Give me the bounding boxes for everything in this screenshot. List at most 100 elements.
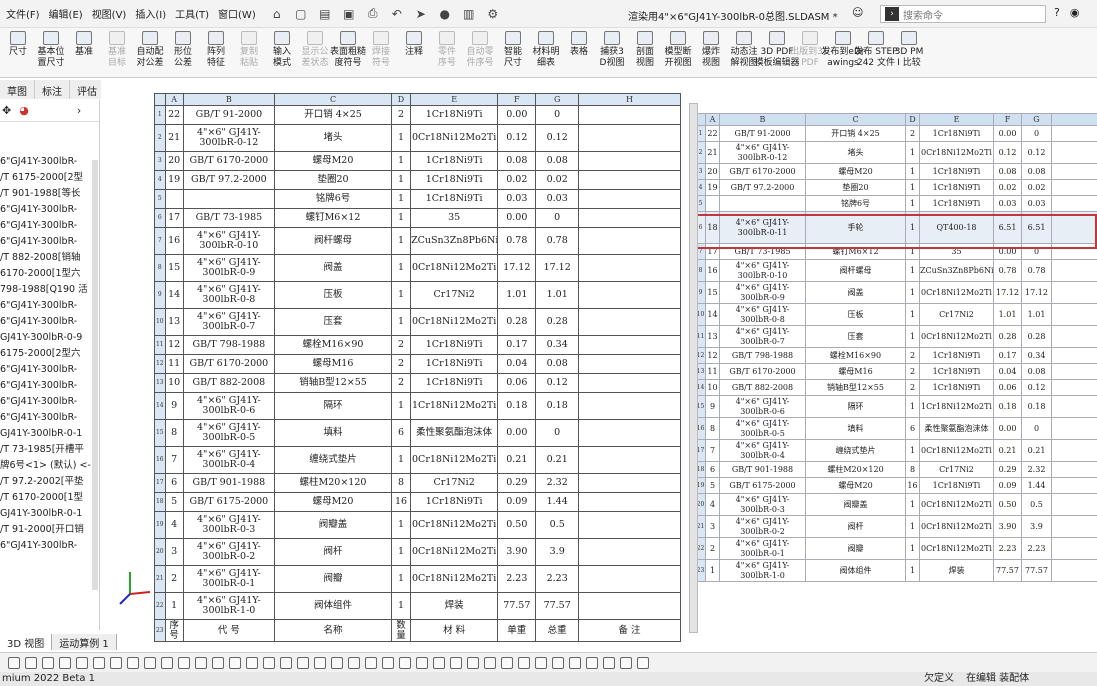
column-header[interactable]: E	[919, 113, 994, 126]
ribbon-button[interactable]: 爆炸 视图	[695, 28, 727, 77]
view-tool-icon[interactable]	[263, 656, 275, 669]
view-tool-icon[interactable]	[178, 656, 190, 669]
tree-item[interactable]: 6"GJ41Y-300lbR-	[0, 154, 99, 170]
table-row[interactable]: 14 10 GB/T 882-2008 销轴B型12×55 2 1Cr18Ni9Ti 0.0…	[695, 379, 1097, 396]
column-header[interactable]: D	[390, 93, 412, 106]
chevron-right-icon[interactable]: ›	[77, 104, 81, 117]
column-header[interactable]: G	[535, 93, 579, 106]
table-row[interactable]: 19 5 GB/T 6175-2000 螺母M20 16 1Cr18Ni9Ti 0.09 1.…	[695, 477, 1097, 494]
table-row[interactable]: 14 9 4"×6" GJ41Y-300lbR-0-6 隔环 1 1Cr18Ni12Mo2…	[154, 392, 682, 420]
view-tool-icon[interactable]	[416, 656, 428, 669]
column-header[interactable]: G	[1021, 113, 1052, 126]
ribbon-button[interactable]: 基准 目标	[101, 28, 133, 77]
ribbon-button[interactable]: 表格	[563, 28, 595, 77]
table-row[interactable]: 22 2 4"×6" GJ41Y-300lbR-0-1 阀瓣 1 0Cr18Ni12Mo2…	[695, 537, 1097, 560]
ribbon-button[interactable]: 自动配 对公差	[134, 28, 166, 77]
table-row[interactable]: 11 13 4"×6" GJ41Y-300lbR-0-7 压套 1 0Cr18Ni12Mo…	[695, 325, 1097, 348]
tree-item[interactable]: 6"GJ41Y-300lbR-	[0, 538, 99, 554]
help-icon[interactable]: ?	[1054, 6, 1060, 19]
tree-item[interactable]: /T 901-1988[等长	[0, 186, 99, 202]
table-row[interactable]: 8 16 4"×6" GJ41Y-300lbR-0-10 阀杆螺母 1 ZCuSn3Zn8…	[695, 259, 1097, 282]
table-row[interactable]: 22 1 4"×6" GJ41Y-300lbR-1-0 阀体组件 1 焊装 77.57 77.…	[154, 592, 682, 620]
options-icon[interactable]: ⚙	[484, 5, 502, 23]
table-row[interactable]: 2 21 4"×6" GJ41Y-300lbR-0-12 堵头 1 0Cr18Ni12Mo…	[154, 124, 682, 152]
view-tool-icon[interactable]	[467, 656, 479, 669]
tree-item[interactable]: /T 882-2008[销轴	[0, 250, 99, 266]
view-tool-icon[interactable]	[42, 656, 54, 669]
table-row[interactable]: 9 15 4"×6" GJ41Y-300lbR-0-9 阀盖 1 0Cr18Ni12Mo2…	[695, 281, 1097, 304]
menu-item[interactable]: 窗口(W)	[218, 6, 256, 21]
menu-item[interactable]: 编辑(E)	[49, 6, 83, 21]
tree-item[interactable]: 6"GJ41Y-300lbR-	[0, 202, 99, 218]
table-row[interactable]: 2 21 4"×6" GJ41Y-300lbR-0-12 堵头 1 0Cr18Ni12Mo…	[695, 141, 1097, 164]
table-row[interactable]: 23 1 4"×6" GJ41Y-300lbR-1-0 阀体组件 1 焊装 77.57 77.…	[695, 559, 1097, 582]
ribbon-button[interactable]: 注释	[398, 28, 430, 77]
view-tool-icon[interactable]	[620, 656, 632, 669]
view-tool-icon[interactable]	[76, 656, 88, 669]
table-scrollbar[interactable]	[689, 103, 698, 633]
table-row[interactable]: 1 22 GB/T 91-2000 开口销 4×25 2 1Cr18Ni9Ti 0.00 0	[154, 105, 682, 125]
table-row[interactable]: 10 14 4"×6" GJ41Y-300lbR-0-8 压板 1 Cr17Ni2 1.01…	[695, 303, 1097, 326]
ribbon-button[interactable]: 3D PM I 比较	[893, 28, 925, 77]
ribbon-button[interactable]: 3D PDF 模板编辑器	[755, 28, 800, 77]
table-row[interactable]: 15 8 4"×6" GJ41Y-300lbR-0-5 填料 6 柔性聚氨酯泡沫体 0.00…	[154, 419, 682, 447]
ribbon-button[interactable]: 输入 模式	[266, 28, 298, 77]
tab-标注[interactable]: 标注	[35, 80, 70, 99]
feature-tree-icon[interactable]: ✥	[2, 104, 11, 117]
bottom-tab[interactable]: 运动算例 1	[52, 634, 117, 650]
table-row[interactable]: 21 3 4"×6" GJ41Y-300lbR-0-2 阀杆 1 0Cr18Ni12Mo2…	[695, 515, 1097, 538]
table-row[interactable]: 20 3 4"×6" GJ41Y-300lbR-0-2 阀杆 1 0Cr18Ni12Mo2…	[154, 538, 682, 566]
bom-table-left[interactable]: A B C D E F G H 1 22 GB/T 91-2000 开口销 4×25 2 1Cr18Ni9…	[154, 93, 682, 642]
ribbon-button[interactable]: 自动零 件序号	[464, 28, 496, 77]
view-tool-icon[interactable]	[212, 656, 224, 669]
tree-item[interactable]: GJ41Y-300lbR-0-1	[0, 506, 99, 522]
table-row[interactable]: 17 6 GB/T 901-1988 螺柱M20×120 8 Cr17Ni2 0.29 2.3…	[154, 473, 682, 493]
tree-item[interactable]: 6"GJ41Y-300lbR-	[0, 362, 99, 378]
column-header[interactable]: B	[182, 93, 276, 106]
tree-item[interactable]: 牌6号<1> (默认) <-	[0, 458, 99, 474]
column-header[interactable]: E	[410, 93, 499, 106]
table-footer-row[interactable]: 23 序号代 号名称 数量材 料单重 总重备 注	[154, 619, 682, 642]
tree-item[interactable]: 6175-2000[2型六	[0, 346, 99, 362]
table-row[interactable]: 16 8 4"×6" GJ41Y-300lbR-0-5 填料 6 柔性聚氨酯泡沫体 0.00…	[695, 417, 1097, 440]
tree-item[interactable]: 6"GJ41Y-300lbR-	[0, 218, 99, 234]
menu-item[interactable]: 视图(V)	[92, 6, 127, 21]
column-header[interactable]: F	[993, 113, 1022, 126]
bom-table-right[interactable]: A B C D E F G 1 22 GB/T 91-2000 开口销 4×25 2 1Cr18Ni9T…	[695, 113, 1097, 582]
search-input[interactable]: › 搜索命令	[880, 5, 1046, 23]
ribbon-button[interactable]: 材料明 细表	[530, 28, 562, 77]
view-tool-icon[interactable]	[399, 656, 411, 669]
view-tool-icon[interactable]	[382, 656, 394, 669]
view-tool-icon[interactable]	[195, 656, 207, 669]
tree-item[interactable]: /T 73-1985[开槽平	[0, 442, 99, 458]
view-tool-icon[interactable]	[93, 656, 105, 669]
view-tool-icon[interactable]	[280, 656, 292, 669]
view-tool-icon[interactable]	[484, 656, 496, 669]
column-header[interactable]: F	[497, 93, 537, 106]
ribbon-button[interactable]: 基本位 置尺寸	[35, 28, 67, 77]
bottom-tab[interactable]: 3D 视图	[0, 634, 53, 650]
ribbon-button[interactable]: 焊接 符号	[365, 28, 397, 77]
table-row[interactable]: 4 19 GB/T 97.2-2000 垫圈20 1 1Cr18Ni9Ti 0.02 0.02	[154, 170, 682, 190]
tree-item[interactable]: 6170-2000[1型六	[0, 266, 99, 282]
view-tool-icon[interactable]	[365, 656, 377, 669]
table-row[interactable]: 7 16 4"×6" GJ41Y-300lbR-0-10 阀杆螺母 1 ZCuSn3Zn8…	[154, 227, 682, 255]
table-row[interactable]: 8 15 4"×6" GJ41Y-300lbR-0-9 阀盖 1 0Cr18Ni12Mo2…	[154, 254, 682, 282]
user-icon[interactable]: ☺	[852, 6, 863, 19]
menu-item[interactable]: 插入(I)	[135, 6, 166, 21]
column-header[interactable]	[1051, 113, 1097, 126]
column-header[interactable]: D	[905, 113, 920, 126]
table-row[interactable]: 19 4 4"×6" GJ41Y-300lbR-0-3 阀瓣盖 1 0Cr18Ni12Mo…	[154, 511, 682, 539]
table-row[interactable]: 12 11 GB/T 6170-2000 螺母M16 2 1Cr18Ni9Ti 0.04 0.…	[154, 354, 682, 374]
table-row[interactable]: 5 铭牌6号 1 1Cr18Ni9Ti 0.03 0.03	[154, 189, 682, 209]
ribbon-button[interactable]: 模型断 开视图	[662, 28, 694, 77]
tab-草图[interactable]: 草图	[0, 80, 35, 99]
select-icon[interactable]: ➤	[412, 5, 430, 23]
view-tool-icon[interactable]	[144, 656, 156, 669]
tree-item[interactable]: GJ41Y-300lbR-0-1	[0, 426, 99, 442]
tree-item[interactable]: 6"GJ41Y-300lbR-	[0, 378, 99, 394]
view-tool-icon[interactable]	[433, 656, 445, 669]
tree-item[interactable]: 6"GJ41Y-300lbR-	[0, 314, 99, 330]
table-row[interactable]: 12 12 GB/T 798-1988 螺栓M16×90 2 1Cr18Ni9Ti 0.17…	[695, 347, 1097, 364]
ribbon-button[interactable]: 显示公 差状态	[299, 28, 331, 77]
